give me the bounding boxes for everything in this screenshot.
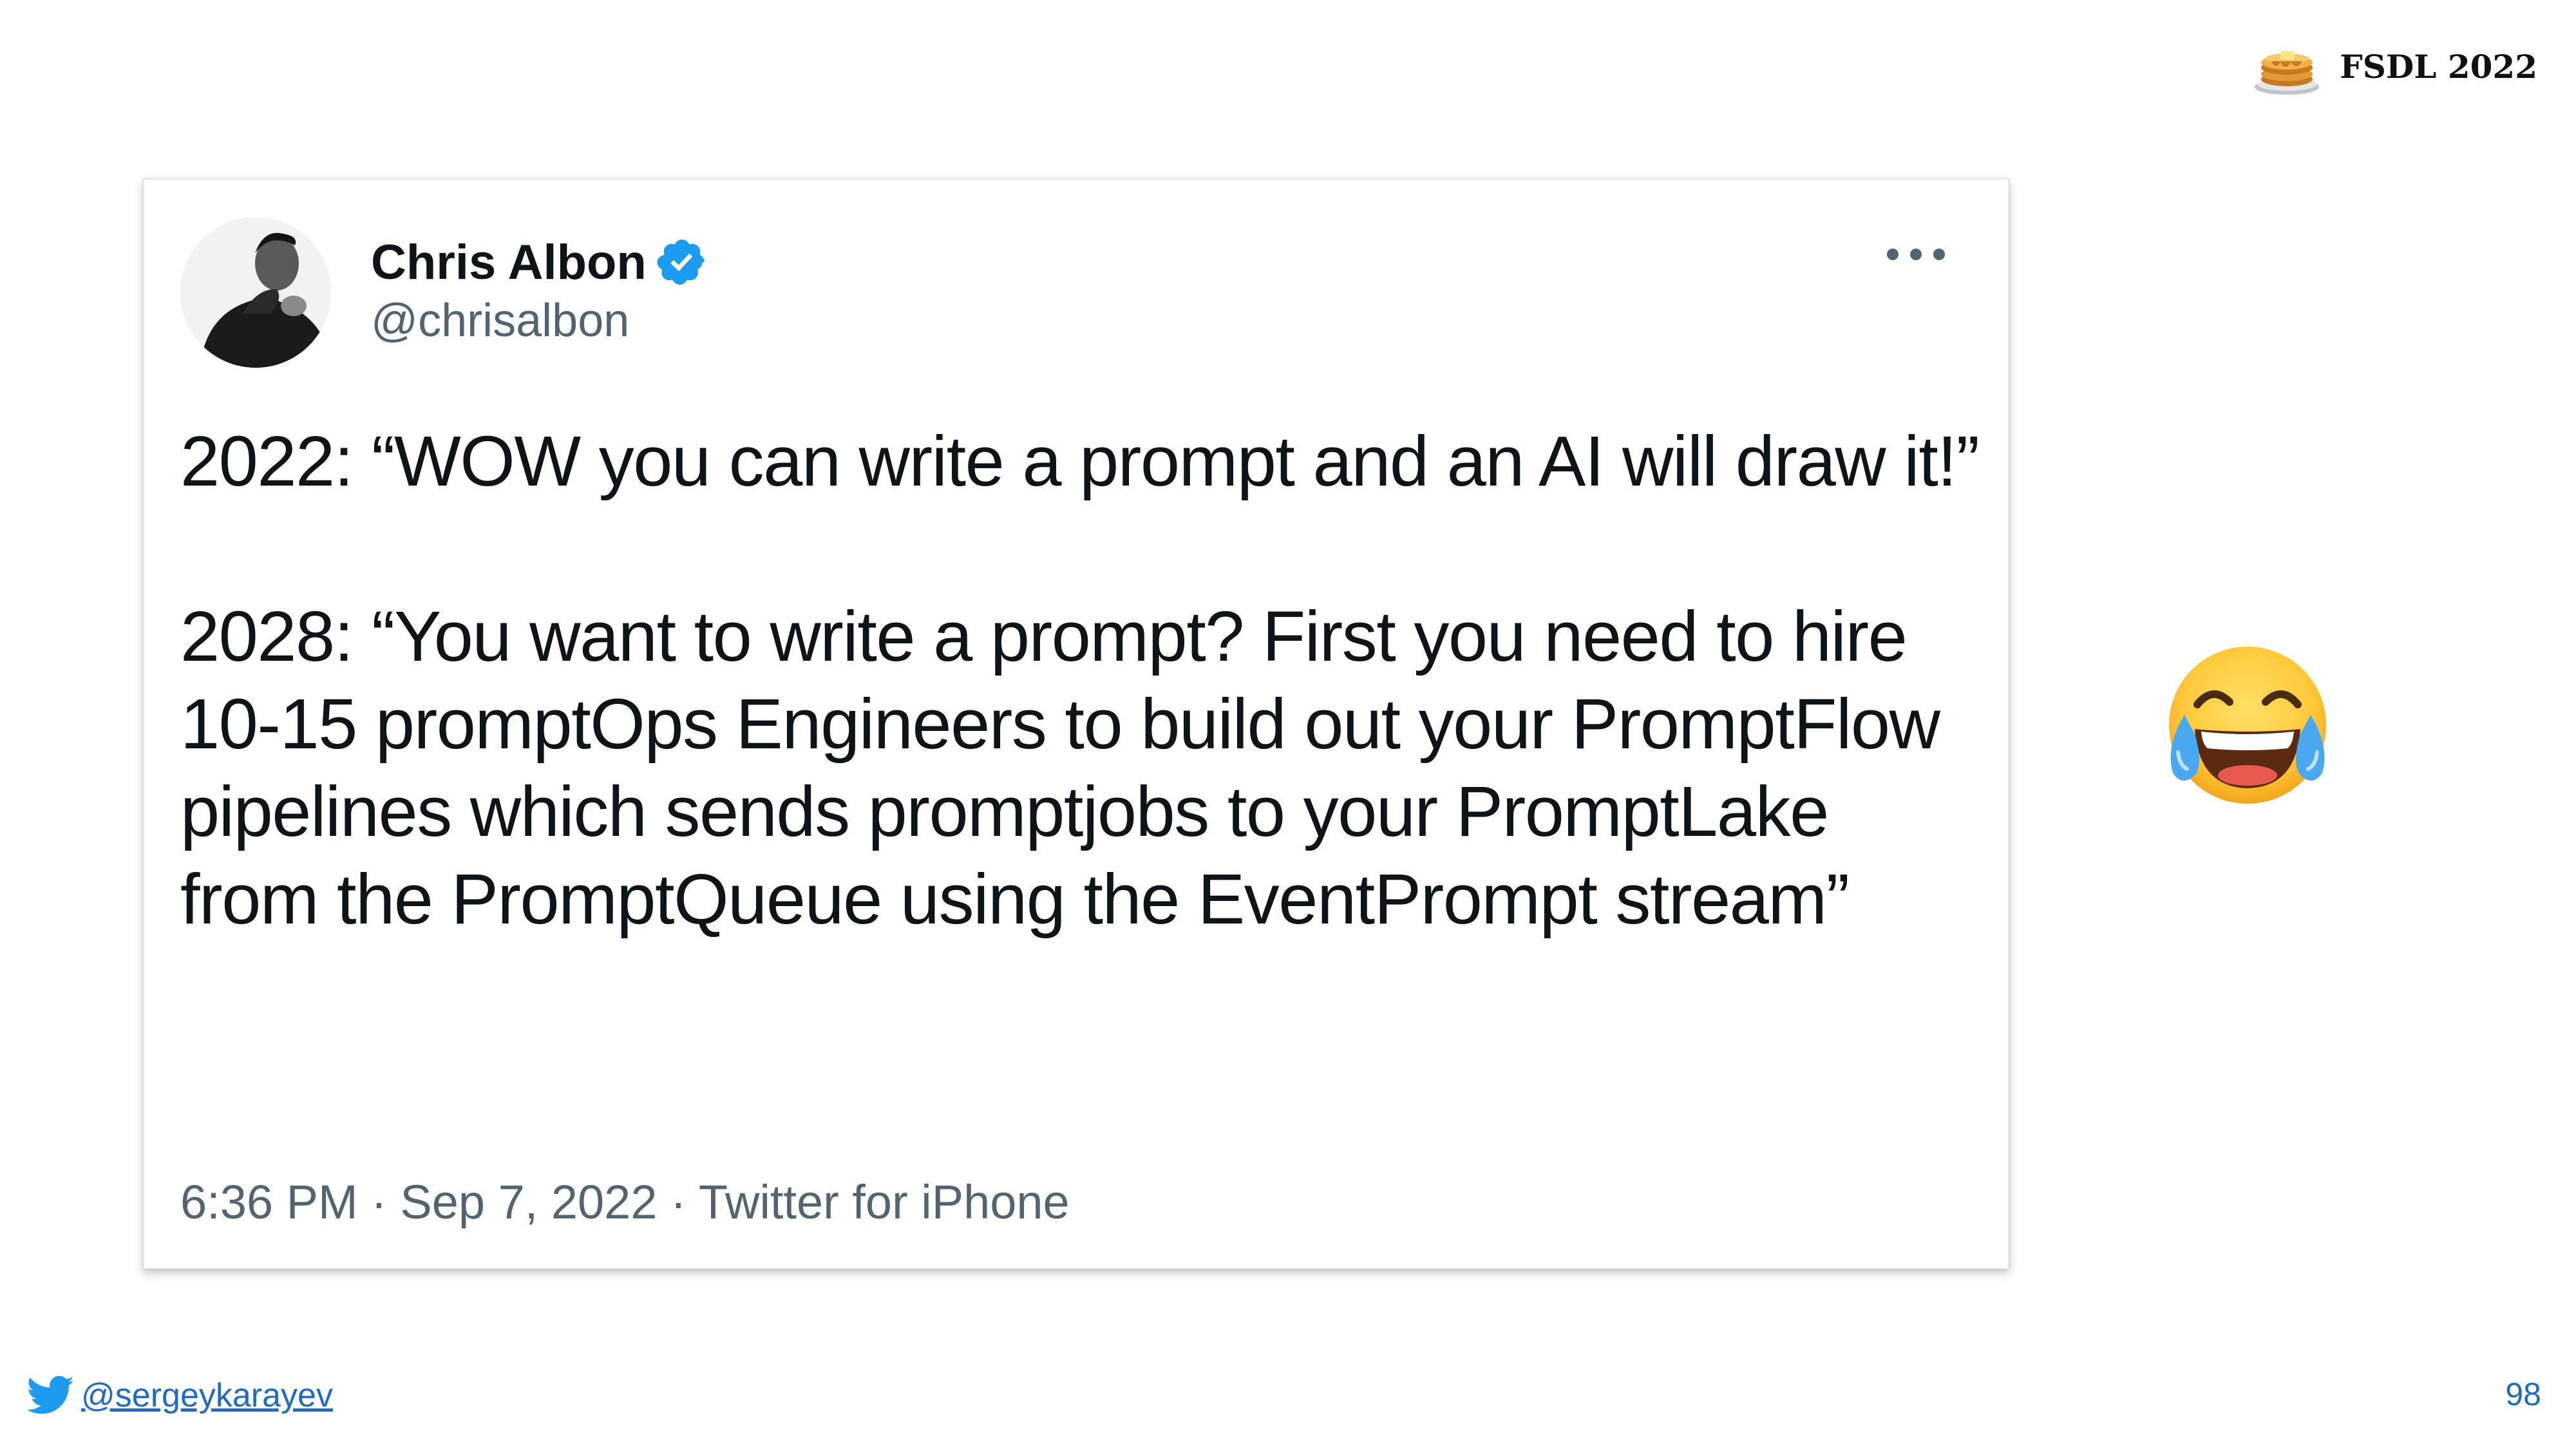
avatar[interactable] — [180, 217, 331, 368]
verified-badge-icon — [657, 239, 705, 285]
name-row: Chris Albon — [371, 230, 708, 294]
course-title: FSDL 2022 — [2340, 47, 2537, 86]
footer-twitter-link[interactable]: @sergeykarayev — [27, 1376, 333, 1416]
slide-number: 98 — [2505, 1376, 2541, 1412]
tweet-header: Chris Albon @chrisalbon — [180, 217, 1972, 372]
tweet-paragraph-2: 2028: “You want to write a prompt? First… — [180, 597, 1940, 939]
author-name[interactable]: Chris Albon — [371, 234, 647, 290]
pancake-stack-icon — [2255, 51, 2320, 95]
author-block: Chris Albon @chrisalbon — [371, 230, 708, 347]
twitter-bird-icon — [27, 1376, 74, 1414]
twitter-handle-link[interactable]: @sergeykarayev — [81, 1376, 333, 1415]
tweet-timestamp[interactable]: 6:36 PM · Sep 7, 2022 · Twitter for iPho… — [180, 1175, 1070, 1229]
author-handle[interactable]: @chrisalbon — [371, 294, 708, 347]
face-with-tears-of-joy-icon — [2159, 638, 2336, 815]
tweet-paragraph-1: 2022: “WOW you can write a prompt and an… — [180, 422, 1980, 501]
more-horizontal-icon[interactable] — [1887, 242, 1945, 267]
tweet-text: 2022: “WOW you can write a prompt and an… — [180, 418, 1984, 943]
avatar-photo — [180, 217, 331, 368]
tweet-card[interactable]: Chris Albon @chrisalbon 2022: “WOW you c… — [143, 178, 2009, 1269]
course-badge: FSDL 2022 — [2252, 31, 2537, 102]
